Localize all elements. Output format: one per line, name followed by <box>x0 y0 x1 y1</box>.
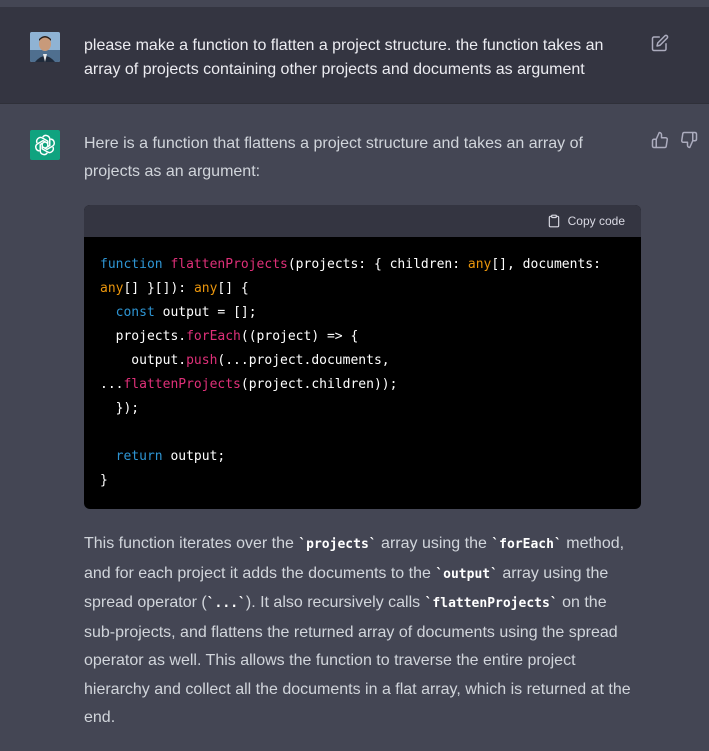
copy-code-label: Copy code <box>567 214 625 228</box>
openai-logo-icon <box>35 134 55 156</box>
code-content[interactable]: function flattenProjects(projects: { chi… <box>84 237 641 493</box>
edit-icon <box>651 34 669 52</box>
inline-code-projects: `projects` <box>298 537 377 552</box>
thumbs-up-icon <box>651 131 668 149</box>
inline-code-output: `output` <box>435 566 498 582</box>
inline-code-flattenprojects: `flattenProjects` <box>424 596 558 611</box>
thumbs-down-button[interactable] <box>680 131 698 149</box>
user-message-row: please make a function to flatten a proj… <box>0 7 709 104</box>
code-block: Copy code function flattenProjects(proje… <box>84 205 641 509</box>
user-avatar <box>30 32 60 62</box>
thumbs-up-button[interactable] <box>651 131 669 149</box>
assistant-message-row: Here is a function that flattens a proje… <box>0 105 709 751</box>
assistant-explanation-text: This function iterates over the `project… <box>84 535 631 726</box>
assistant-intro-text: Here is a function that flattens a proje… <box>84 135 583 180</box>
thumbs-down-icon <box>681 131 698 149</box>
inline-code-spread: `...` <box>206 596 246 611</box>
top-strip <box>0 0 709 7</box>
copy-code-button[interactable]: Copy code <box>547 213 625 229</box>
edit-message-button[interactable] <box>651 34 669 52</box>
clipboard-icon <box>548 214 559 228</box>
inline-code-foreach: `forEach` <box>491 537 562 552</box>
user-avatar-icon <box>30 32 60 62</box>
code-block-header: Copy code <box>84 205 641 237</box>
user-message-text: please make a function to flatten a proj… <box>84 37 604 78</box>
assistant-avatar <box>30 130 60 160</box>
